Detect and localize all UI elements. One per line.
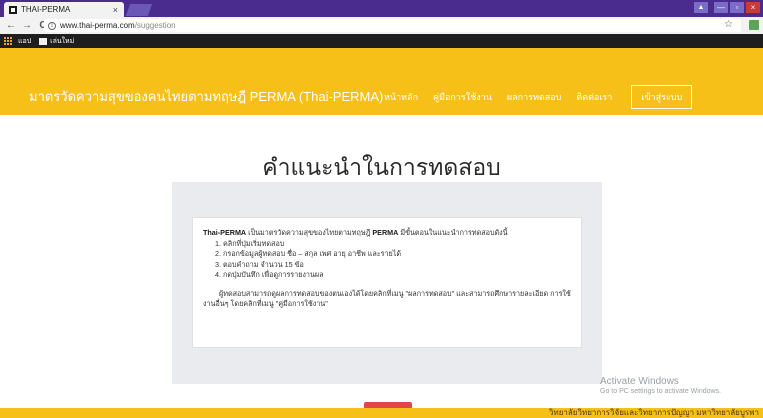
- forward-icon[interactable]: →: [22, 20, 32, 31]
- footer-text: วิทยาลัยวิทยาการวิจัยและวิทยาการปัญญา มห…: [548, 408, 759, 417]
- activate-windows-watermark: Activate Windows Go to PC settings to ac…: [600, 376, 721, 395]
- brand-name: Thai-PERMA: [203, 228, 247, 237]
- page-title: คำแนะนำในการทดสอบ: [262, 154, 501, 180]
- browser-toolbar: ← → C i www.thai-perma.com/suggestion ☆: [0, 17, 763, 34]
- nav-contact[interactable]: ติดต่อเรา: [576, 90, 612, 104]
- perma-name: PERMA: [372, 228, 399, 237]
- bookmark-label: แอป: [18, 37, 32, 45]
- close-window-button[interactable]: ×: [746, 2, 760, 13]
- back-icon[interactable]: ←: [6, 20, 16, 31]
- url-host: www.thai-perma.com: [60, 21, 135, 30]
- tab-title: THAI-PERMA: [21, 5, 71, 14]
- address-bar[interactable]: i www.thai-perma.com/suggestion ☆: [44, 19, 741, 32]
- main-nav: หน้าหลัก คู่มือการใช้งาน ผลการทดสอบ ติดต…: [384, 85, 693, 109]
- site-footer: วิทยาลัยวิทยาการวิจัยและวิทยาการปัญญา มห…: [0, 408, 763, 418]
- extension-icon[interactable]: [749, 20, 759, 30]
- window-controls: ▲ — ▫ ×: [694, 2, 760, 13]
- list-item: 1. คลิกที่ปุ่มเริ่มทดสอบ: [215, 238, 285, 248]
- folder-icon: [39, 37, 48, 45]
- tab-close-icon[interactable]: ×: [113, 5, 118, 15]
- bookmark-label: เล่นใหม่: [50, 37, 75, 45]
- nav-home[interactable]: หน้าหลัก: [384, 90, 418, 104]
- intro-text-end: มีขั้นตอนในแนะนำการทดสอบดังนี้: [398, 228, 508, 237]
- note-paragraph: ผู้ทดสอบสามารถดูผลการทดสอบของตนเองได้โดย…: [203, 288, 571, 309]
- user-profile-icon[interactable]: ▲: [694, 2, 708, 13]
- bookmark-star-icon[interactable]: ☆: [724, 19, 733, 30]
- site-title[interactable]: มาตรวัดความสุขของคนไทยตามทฤษฎี PERMA (Th…: [29, 86, 383, 107]
- minimize-button[interactable]: —: [714, 2, 728, 13]
- site-favicon-icon: [9, 5, 17, 14]
- browser-tab[interactable]: THAI-PERMA ×: [4, 2, 124, 17]
- list-item: 4. กดปุ่มบันทึก เพื่อดูการรายงานผล: [215, 270, 324, 279]
- steps-list: 1. คลิกที่ปุ่มเริ่มทดสอบ 2. กรอกข้อมูลผู…: [215, 239, 573, 281]
- watermark-title: Activate Windows: [600, 376, 679, 387]
- info-icon[interactable]: i: [48, 21, 56, 30]
- browser-tabbar: THAI-PERMA × ▲ — ▫ ×: [0, 0, 763, 17]
- bookmarks-bar: แอป เล่นใหม่: [0, 34, 763, 48]
- list-item: 2. กรอกข้อมูลผู้ทดสอบ ชื่อ – สกุล เพศ อา…: [215, 249, 402, 258]
- bookmark-apps[interactable]: แอป: [18, 36, 31, 47]
- url-path: /suggestion: [134, 21, 176, 30]
- new-tab-button[interactable]: [125, 4, 153, 16]
- list-item: 3. ตอบคำถาม จำนวน 15 ข้อ: [215, 259, 304, 269]
- nav-results[interactable]: ผลการทดสอบ: [507, 90, 562, 104]
- watermark-subtitle: Go to PC settings to activate Windows.: [600, 388, 721, 395]
- intro-paragraph: Thai-PERMA เป็นมาตรวัดความสุขของไทยตามทฤ…: [203, 228, 573, 239]
- maximize-button[interactable]: ▫: [730, 2, 744, 13]
- nav-manual[interactable]: คู่มือการใช้งาน: [433, 90, 492, 104]
- bookmark-folder[interactable]: เล่นใหม่: [39, 36, 74, 47]
- apps-grid-icon[interactable]: [4, 37, 12, 45]
- instructions-card: Thai-PERMA เป็นมาตรวัดความสุขของไทยตามทฤ…: [192, 217, 582, 348]
- site-header: มาตรวัดความสุขของคนไทยตามทฤษฎี PERMA (Th…: [0, 48, 763, 115]
- intro-text: เป็นมาตรวัดความสุขของไทยตามทฤษฎี: [246, 228, 373, 237]
- login-button[interactable]: เข้าสู่ระบบ: [631, 85, 693, 109]
